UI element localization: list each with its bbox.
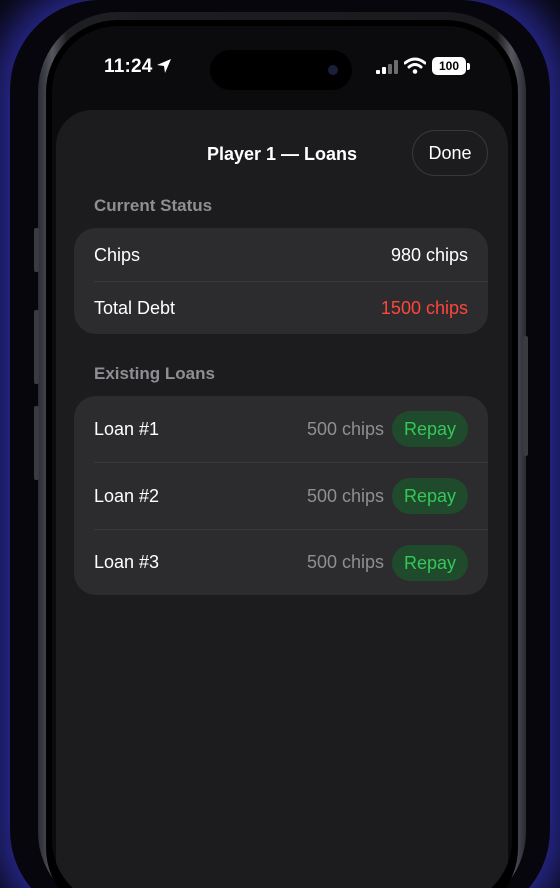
done-button[interactable]: Done	[412, 130, 488, 176]
battery-cap	[467, 63, 470, 70]
total-debt-row: Total Debt 1500 chips	[74, 282, 488, 334]
power-button	[523, 336, 528, 456]
repay-button-loan-2[interactable]: Repay	[392, 478, 468, 514]
wifi-icon	[404, 57, 426, 74]
volume-up-button	[34, 310, 39, 384]
loan-amount: 500 chips	[306, 552, 384, 572]
loan-amount: 500 chips	[306, 418, 384, 439]
existing-loans-card: Loan #1 500 chips Repay Loan #2 500 chip…	[74, 396, 488, 595]
phone-screen: 11:24 100 Player 1 — Loans Done Current …	[52, 26, 512, 888]
loans-sheet: Player 1 — Loans Done Current Status Chi…	[56, 110, 508, 888]
loan-amount: 500 chips	[306, 485, 384, 506]
location-arrow-icon	[157, 59, 171, 73]
chips-row: Chips 980 chips	[74, 228, 488, 282]
loan-label: Loan #2	[94, 485, 160, 506]
current-status-header: Current Status	[94, 196, 213, 215]
repay-button-loan-1[interactable]: Repay	[392, 411, 468, 447]
existing-loans-header: Existing Loans	[94, 364, 215, 383]
current-status-card: Chips 980 chips Total Debt 1500 chips	[74, 228, 488, 334]
loan-label: Loan #1	[94, 418, 160, 439]
volume-down-button	[34, 406, 39, 480]
loan-row: Loan #2 500 chips Repay	[74, 463, 488, 529]
action-button	[34, 228, 39, 272]
loan-label: Loan #3	[94, 552, 160, 572]
dynamic-island	[210, 50, 352, 90]
chips-label: Chips	[94, 244, 141, 265]
loan-row: Loan #1 500 chips Repay	[74, 396, 488, 462]
status-time: 11:24	[104, 56, 153, 77]
status-bar: 11:24 100	[52, 26, 512, 106]
repay-button-loan-3[interactable]: Repay	[392, 544, 468, 581]
camera-icon	[328, 65, 338, 75]
chips-value: 980 chips	[390, 244, 468, 265]
total-debt-label: Total Debt	[94, 297, 176, 318]
total-debt-value: 1500 chips	[380, 297, 468, 318]
cellular-signal-icon	[376, 60, 398, 74]
battery-indicator: 100	[432, 57, 466, 75]
loan-row: Loan #3 500 chips Repay	[74, 530, 488, 595]
